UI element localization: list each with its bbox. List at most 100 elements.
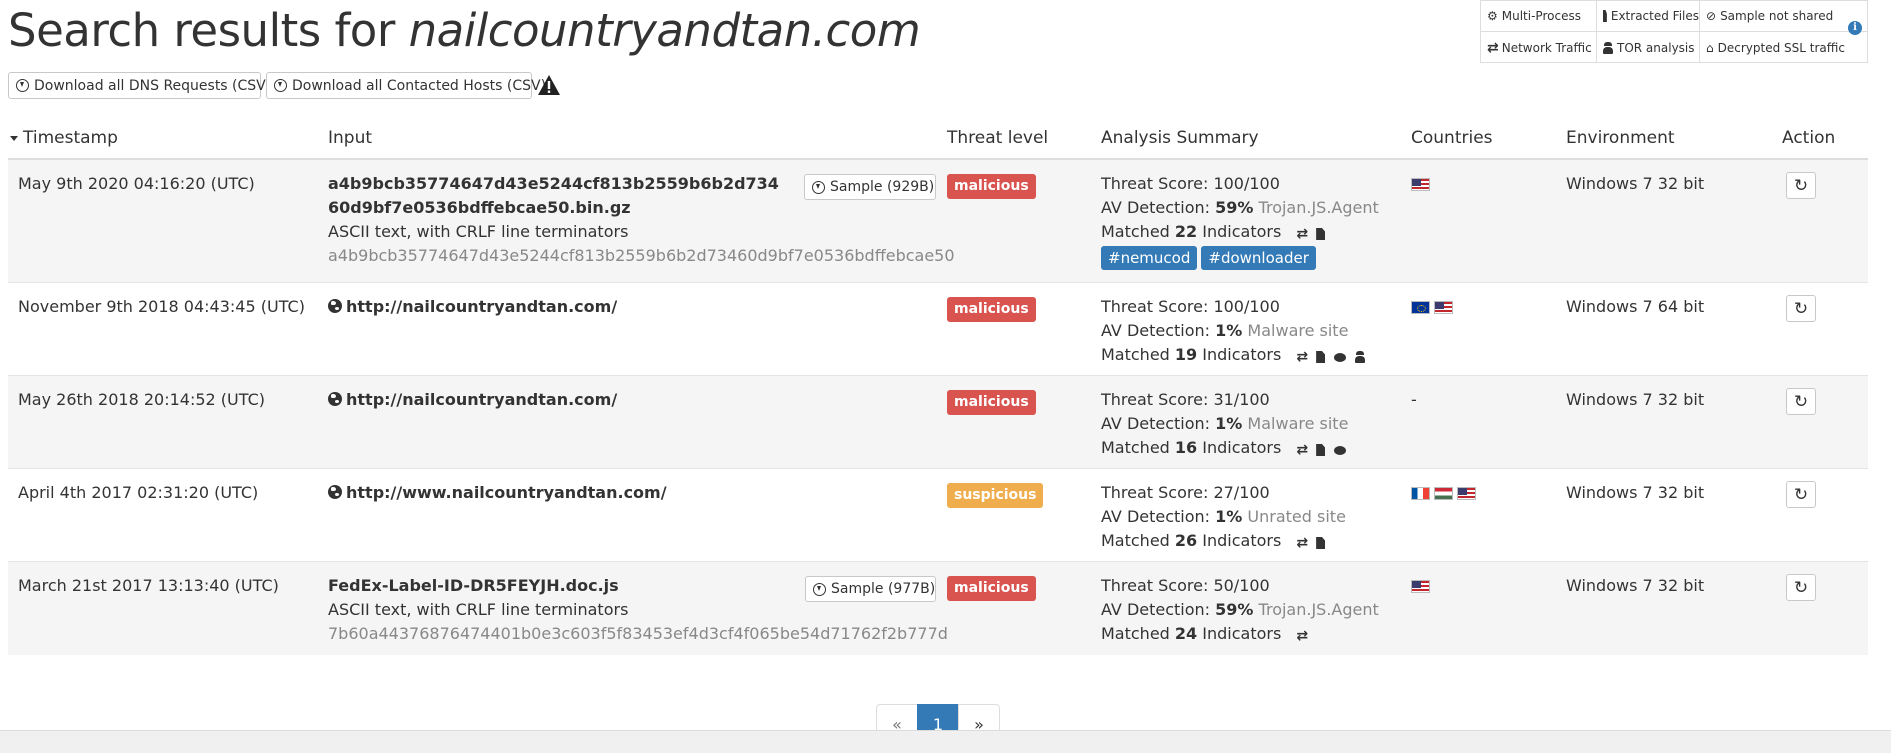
row-environment: Windows 7 32 bit [1566,576,1705,595]
info-icon[interactable]: i [1848,21,1862,35]
av-percent: 1% [1215,414,1243,433]
globe-icon [328,299,342,313]
feature-legend: ⚙ Multi-Process Extracted Files ⊘ Sample n… [1480,0,1868,63]
row-threat-level: malicious [937,376,1091,468]
matched-count: 22 [1174,222,1198,241]
title-prefix: Search results for [8,4,409,57]
file-icon [1316,444,1326,456]
bank-icon: ⌂ [1706,40,1714,55]
threat-badge: malicious [947,174,1036,199]
row-action: ↻ [1772,283,1868,375]
download-contacted-hosts-button[interactable]: Download all Contacted Hosts (CSV) [266,72,546,99]
comment-icon [1334,352,1347,362]
row-action: ↻ [1772,469,1868,561]
file-icon [1316,351,1326,363]
exchange-icon: ⇄ [1296,349,1308,365]
results-table: Timestamp Input Threat level Analysis Su… [8,118,1868,655]
row-timestamp: May 26th 2018 20:14:52 (UTC) [18,390,265,409]
flag-fr-icon [1411,487,1430,500]
row-environment: Windows 7 32 bit [1566,390,1705,409]
input-hash: 7b60a44376876474401b0e3c603f5f83453ef4d3… [328,624,948,643]
download-icon [16,79,29,92]
legend-tor-analysis: TOR analysis [1597,32,1700,63]
input-filetype: ASCII text, with CRLF line terminators [328,222,629,241]
input-filename[interactable]: a4b9bcb35774647d43e5244cf813b2559b6b2d73… [328,172,788,220]
matched-count: 16 [1174,438,1198,457]
reanalyze-button[interactable]: ↻ [1786,295,1816,322]
matched-count: 24 [1174,624,1198,643]
row-analysis: Threat Score: 100/100 AV Detection: 59% … [1091,160,1401,282]
page-title: Search results for nailcountryandtan.com [8,4,921,57]
table-header: Timestamp Input Threat level Analysis Su… [8,118,1868,160]
av-name: Malware site [1247,321,1349,340]
threat-score: 100/100 [1213,174,1280,193]
download-dns-label: Download all DNS Requests (CSV) [34,77,272,94]
table-row: May 9th 2020 04:16:20 (UTC) a4b9bcb35774… [8,160,1868,283]
row-threat-level: malicious [937,283,1091,375]
refresh-icon: ↻ [1793,175,1809,195]
row-timestamp: May 9th 2020 04:16:20 (UTC) [18,174,255,193]
row-input: FedEx-Label-ID-DR5FEYJH.doc.js ASCII tex… [318,562,948,655]
flag-hu-icon [1434,487,1453,500]
reanalyze-button[interactable]: ↻ [1786,481,1816,508]
header-environment[interactable]: Environment [1556,128,1772,148]
download-icon [274,79,287,92]
row-countries: - [1401,376,1556,468]
row-timestamp: April 4th 2017 02:31:20 (UTC) [18,483,259,502]
warning-icon[interactable] [537,74,561,96]
input-url[interactable]: http://nailcountryandtan.com/ [346,297,617,316]
exchange-icon: ⇄ [1487,39,1499,56]
tag-nemucod[interactable]: #nemucod [1101,246,1198,270]
row-environment: Windows 7 32 bit [1566,483,1705,502]
flag-us-icon [1434,301,1453,314]
threat-badge: malicious [947,390,1036,415]
reanalyze-button[interactable]: ↻ [1786,574,1816,601]
download-icon [813,582,826,596]
user-secret-icon [1603,41,1613,54]
exchange-icon: ⇄ [1296,535,1308,551]
av-percent: 59% [1215,600,1254,619]
header-threat-level[interactable]: Threat level [937,128,1091,148]
av-name: Unrated site [1247,507,1346,526]
header-timestamp[interactable]: Timestamp [8,128,318,148]
user-secret-icon [1355,351,1366,363]
input-url[interactable]: http://nailcountryandtan.com/ [346,390,617,409]
row-input: http://nailcountryandtan.com/ [318,376,937,468]
row-input: http://nailcountryandtan.com/ [318,283,937,375]
row-input: http://www.nailcountryandtan.com/ [318,469,937,561]
row-countries [1401,562,1556,655]
exchange-icon: ⇄ [1296,226,1308,242]
title-query: nailcountryandtan.com [408,4,921,57]
row-threat-level: suspicious [937,469,1091,561]
sample-download-button[interactable]: Sample (977B) [805,576,936,602]
tag-downloader[interactable]: #downloader [1201,246,1316,270]
threat-badge: suspicious [947,483,1044,508]
matched-count: 26 [1174,531,1198,550]
row-timestamp: November 9th 2018 04:43:45 (UTC) [18,297,305,316]
row-threat-level: malicious [937,160,1091,282]
flag-us-icon [1411,580,1430,593]
av-percent: 1% [1215,321,1243,340]
input-hash: a4b9bcb35774647d43e5244cf813b2559b6b2d73… [328,246,955,265]
reanalyze-button[interactable]: ↻ [1786,172,1816,199]
sample-download-button[interactable]: Sample (929B) [804,174,936,200]
legend-decrypted-ssl: ⌂ Decrypted SSL traffic [1706,40,1845,55]
flag-us-icon [1411,178,1430,191]
globe-icon [328,485,342,499]
av-name: Malware site [1247,414,1349,433]
refresh-icon: ↻ [1793,298,1809,318]
header-countries: Countries [1411,128,1493,148]
refresh-icon: ↻ [1793,391,1809,411]
header-action: Action [1782,128,1836,148]
legend-extracted-files: Extracted Files [1597,1,1700,32]
refresh-icon: ↻ [1793,577,1809,597]
row-countries [1401,283,1556,375]
header-input[interactable]: Input [318,128,937,148]
eye-slash-icon: ⊘ [1706,9,1717,23]
input-url[interactable]: http://www.nailcountryandtan.com/ [346,483,667,502]
exchange-icon: ⇄ [1296,628,1308,644]
exchange-icon: ⇄ [1296,442,1308,458]
reanalyze-button[interactable]: ↻ [1786,388,1816,415]
row-analysis: Threat Score: 100/100 AV Detection: 1% M… [1091,283,1401,375]
download-dns-requests-button[interactable]: Download all DNS Requests (CSV) [8,72,271,99]
